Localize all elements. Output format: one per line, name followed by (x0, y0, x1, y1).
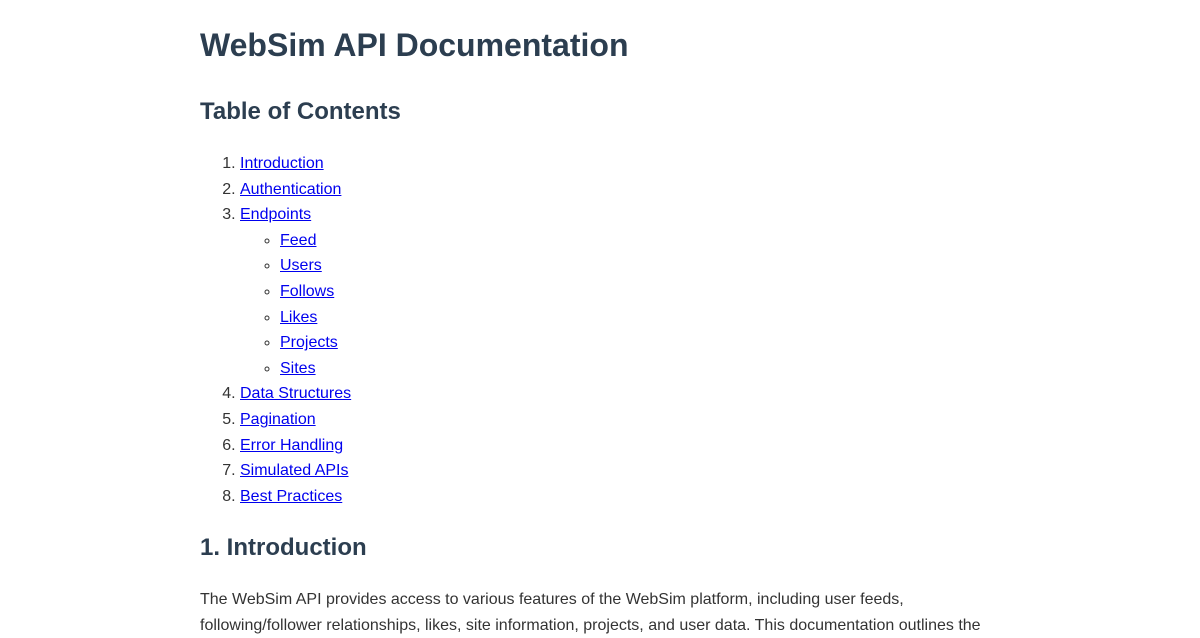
toc-subitem-projects: Projects (280, 330, 351, 356)
toc-item-simulated-apis: Simulated APIs (240, 458, 351, 484)
toc-link-authentication[interactable]: Authentication (240, 181, 341, 198)
toc-link-data-structures[interactable]: Data Structures (240, 385, 351, 402)
toc-link-feed[interactable]: Feed (280, 232, 316, 249)
toc-link-sites[interactable]: Sites (280, 360, 316, 377)
toc-item-error-handling: Error Handling (240, 433, 351, 459)
introduction-heading: 1. Introduction (200, 534, 367, 561)
table-of-contents: Introduction Authentication Endpoints Fe… (200, 151, 351, 509)
toc-link-endpoints[interactable]: Endpoints (240, 206, 311, 223)
toc-link-projects[interactable]: Projects (280, 334, 338, 351)
toc-link-pagination[interactable]: Pagination (240, 411, 316, 428)
toc-item-endpoints: Endpoints Feed Users Follows Likes Proje… (240, 202, 351, 381)
toc-link-simulated-apis[interactable]: Simulated APIs (240, 462, 349, 479)
toc-subitem-feed: Feed (280, 228, 351, 254)
toc-link-error-handling[interactable]: Error Handling (240, 437, 343, 454)
toc-subitem-follows: Follows (280, 279, 351, 305)
page-title: WebSim API Documentation (200, 27, 629, 63)
toc-subitem-likes: Likes (280, 305, 351, 331)
toc-item-authentication: Authentication (240, 177, 351, 203)
toc-item-pagination: Pagination (240, 407, 351, 433)
toc-link-follows[interactable]: Follows (280, 283, 334, 300)
endpoints-sublist: Feed Users Follows Likes Projects Sites (240, 228, 351, 382)
toc-link-best-practices[interactable]: Best Practices (240, 488, 342, 505)
toc-link-introduction[interactable]: Introduction (240, 155, 324, 172)
toc-heading: Table of Contents (200, 98, 401, 125)
toc-item-best-practices: Best Practices (240, 484, 351, 510)
toc-item-data-structures: Data Structures (240, 381, 351, 407)
introduction-paragraph: The WebSim API provides access to variou… (200, 591, 981, 634)
toc-subitem-users: Users (280, 253, 351, 279)
toc-item-introduction: Introduction (240, 151, 351, 177)
toc-link-likes[interactable]: Likes (280, 309, 317, 326)
toc-subitem-sites: Sites (280, 356, 351, 382)
toc-link-users[interactable]: Users (280, 257, 322, 274)
